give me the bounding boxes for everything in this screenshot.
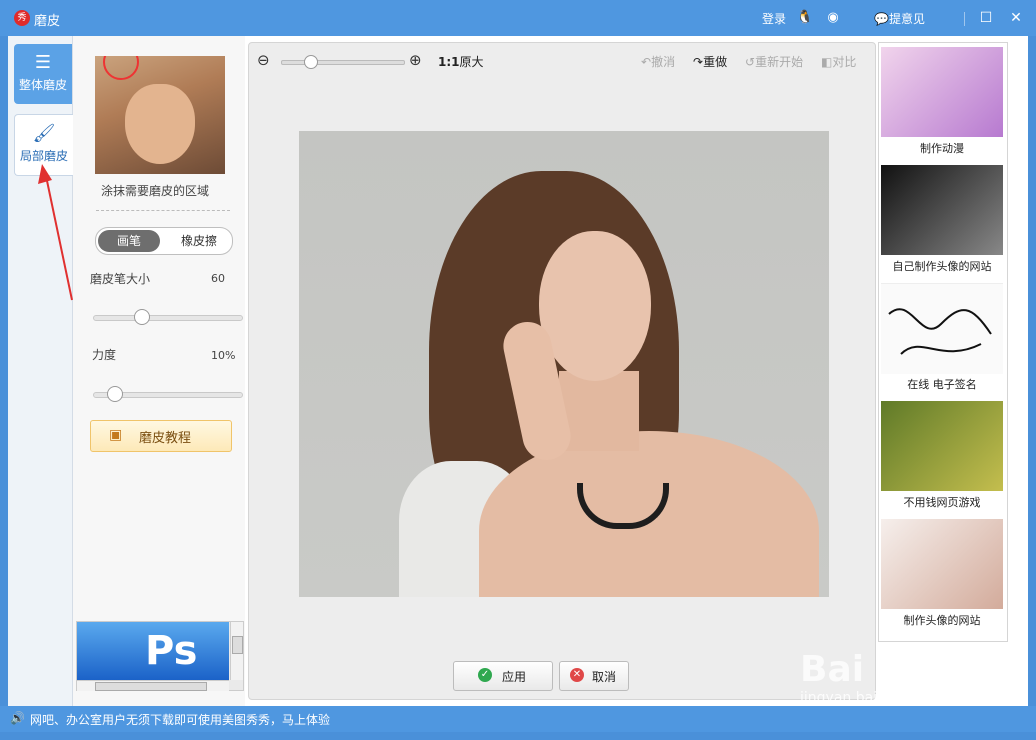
zoom-in-icon[interactable]: ⊕ xyxy=(409,51,422,69)
strength-slider[interactable] xyxy=(93,386,243,402)
login-link[interactable]: 登录 xyxy=(762,10,786,27)
brush-hint: 涂抹需要磨皮的区域 xyxy=(101,184,210,198)
side-ad-image xyxy=(881,401,1003,491)
cancel-icon: ✕ xyxy=(570,668,584,682)
edited-photo[interactable] xyxy=(299,131,829,597)
ps-logo-text: Ps xyxy=(145,628,198,674)
apply-button[interactable]: ✓ 应用 xyxy=(453,661,553,691)
strength-knob[interactable] xyxy=(107,386,123,402)
side-ad-image xyxy=(881,47,1003,137)
side-ad-card[interactable]: 制作头像的网站 xyxy=(881,519,1003,634)
tutorial-button[interactable]: ▣ 磨皮教程 xyxy=(90,420,232,452)
strength-label: 力度 xyxy=(92,348,117,362)
redo-button[interactable]: ↷重做 xyxy=(693,53,727,70)
side-ad-image xyxy=(881,283,1003,374)
watermark-url: jingyan.baidu.com xyxy=(800,690,930,706)
title-bar: 秀 磨皮 登录 🐧 ◉ 💬提意见 ☐ ✕ xyxy=(0,0,1036,36)
canvas-area: ⊖ ⊕ 1:1原大 ↶撤消 ↷重做 ↺重新开始 ◧对比 ✓ 应用 ✕ 取消 xyxy=(248,42,876,700)
ad-horizontal-scrollbar[interactable] xyxy=(77,680,229,691)
brush-size-knob[interactable] xyxy=(134,309,150,325)
side-ad-caption: 在线 电子签名 xyxy=(907,378,977,391)
qq-icon[interactable]: 🐧 xyxy=(796,9,814,27)
photoshop-ad[interactable]: Ps xyxy=(77,622,229,680)
status-bar: 🔊 网吧、办公室用户无须下载即可使用美图秀秀，马上体验 xyxy=(0,706,1036,732)
brush-mode-button[interactable]: 画笔 xyxy=(98,230,160,252)
compare-label: 对比 xyxy=(832,55,857,69)
restart-button[interactable]: ↺重新开始 xyxy=(745,53,803,70)
strength-value: 10% xyxy=(211,349,236,362)
undo-label: 撤消 xyxy=(651,55,676,69)
side-ad-card[interactable]: 在线 电子签名 xyxy=(881,283,1003,398)
cancel-button[interactable]: ✕ 取消 xyxy=(559,661,629,691)
redo-label: 重做 xyxy=(703,55,728,69)
close-icon[interactable]: ✕ xyxy=(1006,8,1026,28)
thumbnail-face xyxy=(125,84,195,164)
brush-size-label: 磨皮笔大小 xyxy=(90,272,151,286)
photo-face xyxy=(539,231,651,381)
ratio-suffix: 原大 xyxy=(459,55,484,69)
side-ad-image xyxy=(881,165,1003,255)
ad-vertical-scroll-thumb[interactable] xyxy=(232,636,243,654)
maximize-icon[interactable]: ☐ xyxy=(976,8,996,28)
apply-label: 应用 xyxy=(502,670,527,684)
panel-divider xyxy=(96,210,230,211)
side-ad-card[interactable]: 自己制作头像的网站 xyxy=(881,165,1003,280)
tutorial-label: 磨皮教程 xyxy=(139,431,192,446)
restart-label: 重新开始 xyxy=(755,55,804,69)
preview-thumbnail xyxy=(95,56,225,174)
side-ad-caption: 制作动漫 xyxy=(920,142,964,155)
brush-cursor-circle xyxy=(103,56,139,80)
cancel-label: 取消 xyxy=(592,670,617,684)
weibo-icon[interactable]: ◉ xyxy=(824,9,842,27)
signature-scribble xyxy=(888,308,992,355)
compare-button[interactable]: ◧对比 xyxy=(821,53,856,70)
undo-button[interactable]: ↶撤消 xyxy=(641,53,675,70)
feedback-link[interactable]: 💬提意见 xyxy=(874,10,925,27)
side-ad-card[interactable]: 制作动漫 xyxy=(881,47,1003,162)
ratio-value: 1:1 xyxy=(438,55,460,69)
ad-horizontal-scroll-thumb[interactable] xyxy=(95,682,207,691)
watermark-brand: Bai 经验 xyxy=(800,649,949,690)
title-separator xyxy=(964,12,965,26)
zoom-slider[interactable] xyxy=(281,55,405,69)
zoom-out-icon[interactable]: ⊖ xyxy=(257,51,270,69)
photo-neck xyxy=(559,371,639,451)
side-ad-caption: 自己制作头像的网站 xyxy=(892,260,992,273)
check-icon: ✓ xyxy=(478,668,492,682)
feedback-label: 提意见 xyxy=(888,12,925,26)
main-client: ☰ 整体磨皮 🖌 局部磨皮 涂抹需要磨皮的区域 画笔 橡皮擦 磨皮笔大小 60 … xyxy=(8,36,1028,706)
side-ad-card[interactable]: 不用钱网页游戏 xyxy=(881,401,1003,516)
actual-size-button[interactable]: 1:1原大 xyxy=(438,53,484,70)
side-ad-image xyxy=(881,519,1003,609)
ad-box: Ps xyxy=(76,621,244,691)
ad-vertical-scrollbar[interactable] xyxy=(230,622,243,680)
tool-panel: 涂抹需要磨皮的区域 画笔 橡皮擦 磨皮笔大小 60 力度 10% ▣ 磨皮教程 … xyxy=(73,36,245,706)
zoom-knob[interactable] xyxy=(304,55,318,69)
book-icon: ▣ xyxy=(109,427,123,443)
side-ad-caption: 制作头像的网站 xyxy=(903,614,981,627)
speaker-icon: 🔊 xyxy=(10,711,25,725)
brush-size-slider[interactable] xyxy=(93,309,243,325)
brush-mode-toggle: 画笔 橡皮擦 xyxy=(95,227,233,255)
status-message[interactable]: 网吧、办公室用户无须下载即可使用美图秀秀，马上体验 xyxy=(30,711,330,728)
annotation-arrow xyxy=(38,164,73,301)
side-ad-caption: 不用钱网页游戏 xyxy=(903,496,981,509)
eraser-mode-button[interactable]: 橡皮擦 xyxy=(168,230,230,252)
side-ad-column: 制作动漫 自己制作头像的网站 在线 电子签名 不用钱网页游戏 制作头像的网站 xyxy=(878,42,1008,642)
brush-size-value: 60 xyxy=(211,272,225,285)
